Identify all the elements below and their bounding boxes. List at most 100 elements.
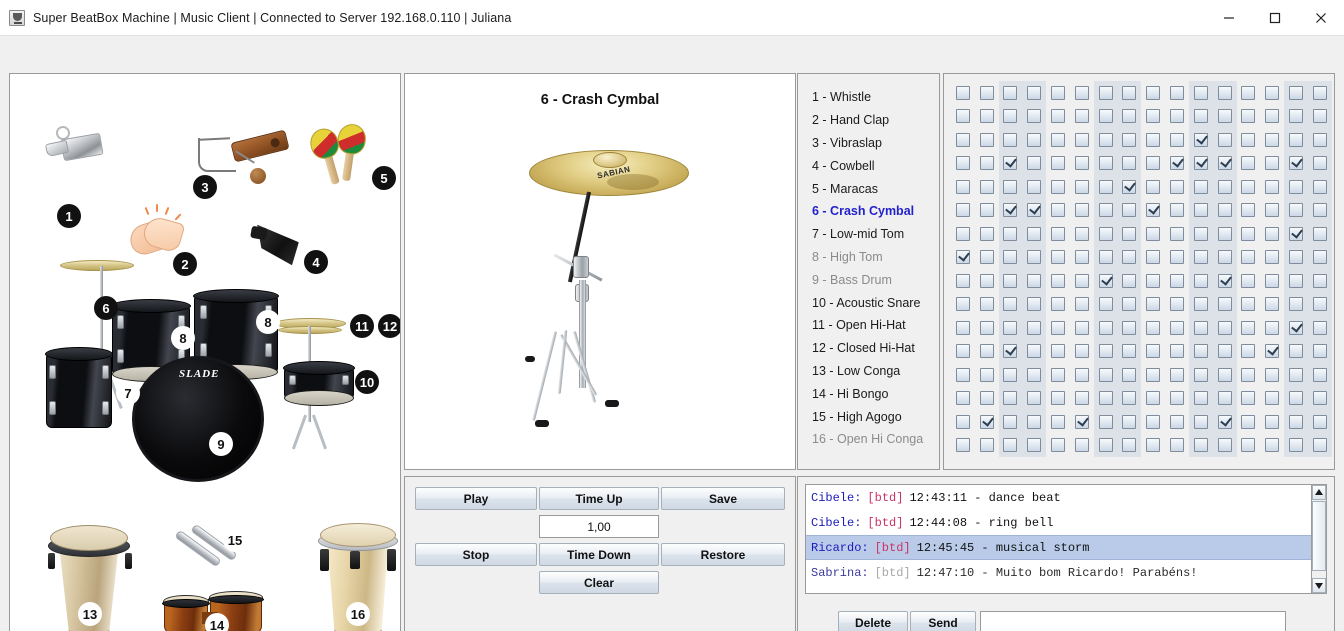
beat-cell-r3-c5[interactable] [1046, 128, 1070, 152]
beat-cell-r6-c15[interactable] [1284, 198, 1308, 222]
beat-cell-r11-c10[interactable] [1165, 316, 1189, 340]
beat-cell-r4-c11[interactable] [1188, 151, 1213, 175]
beat-cell-r6-c2[interactable] [975, 199, 999, 223]
beat-checkbox[interactable] [1241, 156, 1256, 171]
beat-checkbox[interactable] [1098, 367, 1113, 382]
beat-cell-r7-c6[interactable] [1070, 222, 1094, 246]
beat-checkbox[interactable] [1170, 250, 1185, 265]
beat-cell-r3-c9[interactable] [1141, 128, 1165, 152]
beat-checkbox-checked[interactable] [1003, 156, 1018, 171]
beat-checkbox[interactable] [1003, 273, 1018, 288]
beat-checkbox[interactable] [1146, 179, 1161, 194]
beat-cell-r4-c9[interactable] [1141, 152, 1165, 176]
beat-cell-r7-c5[interactable] [1046, 222, 1070, 246]
beat-checkbox[interactable] [1074, 344, 1089, 359]
beat-cell-r7-c15[interactable] [1284, 222, 1308, 246]
beat-cell-r3-c16[interactable] [1307, 128, 1332, 152]
beat-cell-r2-c6[interactable] [1070, 105, 1094, 129]
beat-checkbox[interactable] [1122, 226, 1137, 241]
instrument-list-item-14[interactable]: 14 - Hi Bongo [798, 382, 939, 405]
beat-cell-r10-c3[interactable] [998, 292, 1023, 316]
beat-checkbox[interactable] [1003, 438, 1018, 453]
beat-checkbox[interactable] [1003, 367, 1018, 382]
beat-cell-r11-c6[interactable] [1070, 316, 1094, 340]
beat-cell-r10-c12[interactable] [1212, 292, 1237, 316]
beat-cell-r15-c14[interactable] [1260, 410, 1284, 434]
beat-cell-r14-c12[interactable] [1212, 386, 1237, 410]
beat-checkbox[interactable] [1074, 226, 1089, 241]
beat-checkbox[interactable] [1122, 438, 1137, 453]
beat-cell-r15-c3[interactable] [998, 410, 1023, 434]
beat-checkbox[interactable] [979, 250, 994, 265]
beat-cell-r3-c8[interactable] [1117, 128, 1142, 152]
beat-cell-r14-c1[interactable] [951, 387, 975, 411]
beat-checkbox[interactable] [1289, 367, 1304, 382]
beat-checkbox[interactable] [979, 367, 994, 382]
beat-cell-r4-c14[interactable] [1260, 152, 1284, 176]
beat-checkbox[interactable] [1193, 179, 1208, 194]
beat-cell-r6-c6[interactable] [1070, 199, 1094, 223]
beat-cell-r13-c8[interactable] [1117, 363, 1142, 387]
beat-checkbox[interactable] [1098, 85, 1113, 100]
beat-cell-r6-c16[interactable] [1307, 198, 1332, 222]
close-button[interactable] [1298, 0, 1344, 36]
beat-checkbox[interactable] [955, 132, 970, 147]
beat-cell-r3-c10[interactable] [1165, 128, 1189, 152]
beat-cell-r4-c15[interactable] [1284, 151, 1308, 175]
beat-cell-r6-c4[interactable] [1022, 198, 1047, 222]
beat-cell-r5-c15[interactable] [1284, 175, 1308, 199]
badge-1-whistle[interactable]: 1 [57, 204, 81, 228]
beat-cell-r2-c10[interactable] [1165, 105, 1189, 129]
beat-checkbox[interactable] [1241, 109, 1256, 124]
beat-checkbox[interactable] [1265, 132, 1280, 147]
beat-cell-r11-c8[interactable] [1117, 316, 1142, 340]
save-button[interactable]: Save [661, 487, 785, 510]
beat-cell-r5-c6[interactable] [1070, 175, 1094, 199]
beat-cell-r11-c5[interactable] [1046, 316, 1070, 340]
instrument-list-item-8[interactable]: 8 - High Tom [798, 246, 939, 269]
beat-cell-r4-c7[interactable] [1093, 151, 1118, 175]
instrument-list-item-10[interactable]: 10 - Acoustic Snare [798, 291, 939, 314]
beat-checkbox[interactable] [1074, 179, 1089, 194]
beat-cell-r13-c3[interactable] [998, 363, 1023, 387]
beat-checkbox[interactable] [1122, 250, 1137, 265]
beat-cell-r14-c8[interactable] [1117, 386, 1142, 410]
beat-cell-r4-c16[interactable] [1307, 151, 1332, 175]
beat-checkbox[interactable] [1074, 273, 1089, 288]
instrument-list-item-7[interactable]: 7 - Low-mid Tom [798, 223, 939, 246]
beat-cell-r5-c7[interactable] [1093, 175, 1118, 199]
beat-cell-r10-c2[interactable] [975, 293, 999, 317]
beat-cell-r9-c9[interactable] [1141, 269, 1165, 293]
beat-checkbox-checked[interactable] [1003, 344, 1018, 359]
beat-cell-r1-c3[interactable] [998, 81, 1023, 105]
beat-cell-r5-c12[interactable] [1212, 175, 1237, 199]
beat-cell-r13-c16[interactable] [1307, 363, 1332, 387]
beat-checkbox[interactable] [1074, 320, 1089, 335]
beat-checkbox-checked[interactable] [979, 414, 994, 429]
beat-checkbox[interactable] [1146, 320, 1161, 335]
beat-checkbox[interactable] [979, 85, 994, 100]
beat-cell-r7-c2[interactable] [975, 222, 999, 246]
beat-cell-r9-c6[interactable] [1070, 269, 1094, 293]
beat-checkbox[interactable] [955, 226, 970, 241]
badge-7-low-mid-tom[interactable]: 7 [116, 381, 140, 405]
beat-checkbox[interactable] [1289, 297, 1304, 312]
beat-cell-r7-c7[interactable] [1093, 222, 1118, 246]
beat-cell-r15-c12[interactable] [1212, 410, 1237, 434]
beat-checkbox[interactable] [1265, 109, 1280, 124]
beat-cell-r8-c15[interactable] [1284, 245, 1308, 269]
beat-cell-r9-c3[interactable] [998, 269, 1023, 293]
beat-checkbox[interactable] [1265, 179, 1280, 194]
beat-checkbox[interactable] [1098, 179, 1113, 194]
beat-cell-r13-c4[interactable] [1022, 363, 1047, 387]
beat-checkbox[interactable] [955, 297, 970, 312]
beat-cell-r9-c16[interactable] [1307, 269, 1332, 293]
beat-cell-r12-c8[interactable] [1117, 339, 1142, 363]
beat-checkbox[interactable] [1098, 344, 1113, 359]
beat-cell-r12-c3[interactable] [998, 339, 1023, 363]
beat-checkbox[interactable] [955, 438, 970, 453]
beat-cell-r15-c10[interactable] [1165, 410, 1189, 434]
beat-cell-r6-c8[interactable] [1117, 198, 1142, 222]
beat-cell-r4-c8[interactable] [1117, 151, 1142, 175]
beat-cell-r3-c1[interactable] [951, 128, 975, 152]
